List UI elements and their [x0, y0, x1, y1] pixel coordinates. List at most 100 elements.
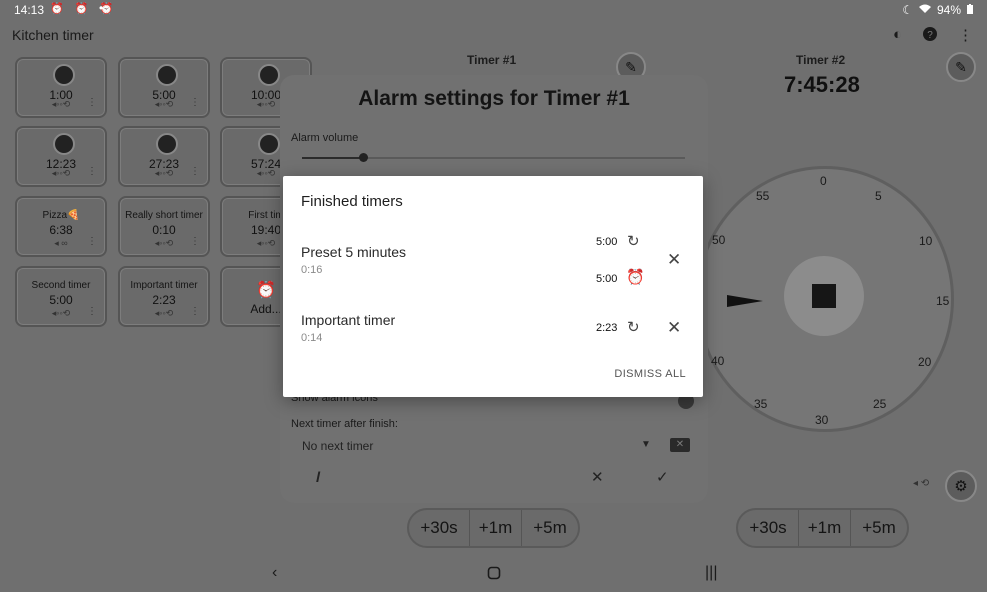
timer2-alarm-icons: ◂ ⟲ — [913, 478, 930, 489]
backspace-icon[interactable]: ✕ — [670, 438, 690, 452]
next-timer-label: Next timer after finish: — [291, 418, 398, 430]
timer2-title: Timer #2 — [796, 53, 846, 67]
alarm-notification-icons: ⏰ ⏰ ⏰ — [50, 3, 118, 15]
add-5m-button[interactable]: +5m — [521, 510, 578, 546]
preset-tile[interactable]: 27:23 ◂◦◦⟲ ⋮ — [118, 126, 210, 187]
stop-icon — [812, 284, 836, 308]
clock-icon — [53, 133, 75, 155]
dial-number: 15 — [936, 294, 950, 308]
add-5m-button[interactable]: +5m — [850, 510, 907, 546]
restart-icon[interactable]: ↻ — [627, 232, 640, 250]
preset-tile[interactable]: 12:23 ◂◦◦⟲ ⋮ — [15, 126, 107, 187]
alarm-volume-slider[interactable] — [302, 153, 685, 162]
preset-more-icon[interactable]: ⋮ — [87, 236, 97, 247]
svg-text:?: ? — [927, 30, 933, 41]
dial-number: 50 — [712, 233, 726, 247]
preset-tile[interactable]: Important timer 2:23 ◂◦◦⟲ ⋮ — [118, 266, 210, 327]
finished-timer-name: Preset 5 minutes — [301, 244, 407, 260]
dial-needle — [727, 295, 763, 307]
next-timer-select[interactable]: No next timer — [302, 439, 373, 453]
notification-dot: • — [99, 1, 104, 15]
dial-number: 35 — [754, 397, 768, 411]
battery-percent: 94% — [936, 3, 961, 17]
dnd-icon: ☾ — [902, 3, 913, 17]
preset-more-icon[interactable]: ⋮ — [190, 306, 200, 317]
dial-number: 20 — [918, 355, 932, 369]
preset-more-icon[interactable]: ⋮ — [190, 97, 200, 108]
restart-duration[interactable]: 5:00 — [596, 236, 617, 248]
preset-tile[interactable]: Second timer 5:00 ◂◦◦⟲ ⋮ — [15, 266, 107, 327]
preset-duration: 2:23 — [152, 293, 176, 307]
hearing-icon[interactable]: 𝒍 — [316, 469, 320, 486]
preset-more-icon[interactable]: ⋮ — [190, 236, 200, 247]
timer2-settings-button[interactable]: ⚙ — [945, 470, 977, 502]
appbar-actions: ◐ ? ⋮ — [893, 26, 973, 46]
help-icon[interactable]: ? — [922, 26, 938, 46]
navigation-bar: ‹ ||| — [0, 556, 987, 592]
preset-tile[interactable]: Really short timer 0:10 ◂◦◦⟲ ⋮ — [118, 196, 210, 257]
app-title: Kitchen timer — [12, 27, 94, 43]
slider-thumb[interactable] — [359, 153, 369, 162]
home-icon[interactable] — [487, 566, 501, 585]
dismiss-timer-button[interactable]: ✕ — [667, 318, 681, 338]
restart-icon[interactable]: ↻ — [627, 318, 640, 336]
finished-timers-dialog: Finished timers Preset 5 minutes 0:16 5:… — [283, 176, 703, 397]
preset-more-icon[interactable]: ⋮ — [87, 306, 97, 317]
slider-fill — [302, 157, 364, 159]
stop-button[interactable] — [784, 256, 864, 336]
alarm-volume-label: Alarm volume — [291, 132, 359, 144]
add-1m-button[interactable]: +1m — [798, 510, 850, 546]
dismiss-timer-button[interactable]: ✕ — [667, 250, 681, 270]
timer2-quick-add: +30s +1m +5m — [736, 508, 909, 548]
confirm-icon[interactable]: ✓ — [656, 468, 669, 486]
finished-timer-elapsed: 0:14 — [301, 332, 323, 344]
add-alarm-duration[interactable]: 5:00 — [596, 273, 617, 285]
add-1m-button[interactable]: +1m — [469, 510, 521, 546]
add-30s-button[interactable]: +30s — [738, 510, 798, 546]
battery-icon — [967, 3, 973, 17]
recents-icon[interactable]: ||| — [705, 564, 717, 582]
cancel-icon[interactable]: ✕ — [591, 468, 604, 486]
preset-name: Pizza🍕 — [42, 210, 80, 221]
dial-number: 5 — [875, 189, 882, 203]
timer2-time: 7:45:28 — [784, 72, 860, 97]
timer1-title: Timer #1 — [467, 53, 517, 67]
more-icon[interactable]: ⋮ — [958, 26, 973, 46]
timer1-quick-add: +30s +1m +5m — [407, 508, 580, 548]
preset-duration: 6:38 — [49, 223, 73, 237]
preset-duration: 0:10 — [152, 223, 176, 237]
clock-icon — [258, 133, 280, 155]
status-time: 14:13 — [14, 3, 45, 17]
preset-duration: 5:00 — [49, 293, 73, 307]
restart-duration[interactable]: 2:23 — [596, 322, 617, 334]
finished-timer-elapsed: 0:16 — [301, 264, 323, 276]
add-30s-button[interactable]: +30s — [409, 510, 469, 546]
back-icon[interactable]: ‹ — [272, 564, 277, 582]
preset-name: Second timer — [31, 280, 91, 291]
alarm-settings-title: Alarm settings for Timer #1 — [358, 87, 630, 110]
add-alarm-icon[interactable]: ⏰ — [626, 268, 645, 286]
preset-name: Important timer — [130, 280, 198, 291]
finished-timer-name: Important timer — [301, 312, 396, 328]
pencil-icon: ✎ — [955, 58, 967, 75]
clock-icon — [258, 64, 280, 86]
preset-tile[interactable]: Pizza🍕 6:38 ◂ ∞ ⋮ — [15, 196, 107, 257]
dial-number: 25 — [873, 397, 887, 411]
preset-more-icon[interactable]: ⋮ — [87, 97, 97, 108]
timer2-edit-button[interactable]: ✎ — [946, 52, 976, 82]
dialog-title: Finished timers — [301, 193, 403, 210]
preset-tile[interactable]: 5:00 ◂◦◦⟲ ⋮ — [118, 57, 210, 118]
dropdown-caret-icon: ▼ — [641, 439, 651, 450]
clock-icon — [156, 64, 178, 86]
gear-icon: ⚙ — [954, 478, 968, 495]
night-mode-icon[interactable]: ◐ — [893, 26, 902, 46]
dial-number: 30 — [815, 413, 829, 427]
timer2-dial[interactable]: 0 5 10 15 20 25 30 35 40 45 50 55 — [695, 166, 954, 432]
preset-more-icon[interactable]: ⋮ — [190, 166, 200, 177]
preset-name: Really short timer — [125, 210, 203, 221]
preset-more-icon[interactable]: ⋮ — [87, 166, 97, 177]
preset-tile[interactable]: 1:00 ◂◦◦⟲ ⋮ — [15, 57, 107, 118]
clock-icon — [156, 133, 178, 155]
dismiss-all-button[interactable]: DISMISS ALL — [614, 368, 686, 380]
status-right: ☾ 94% — [902, 3, 973, 17]
